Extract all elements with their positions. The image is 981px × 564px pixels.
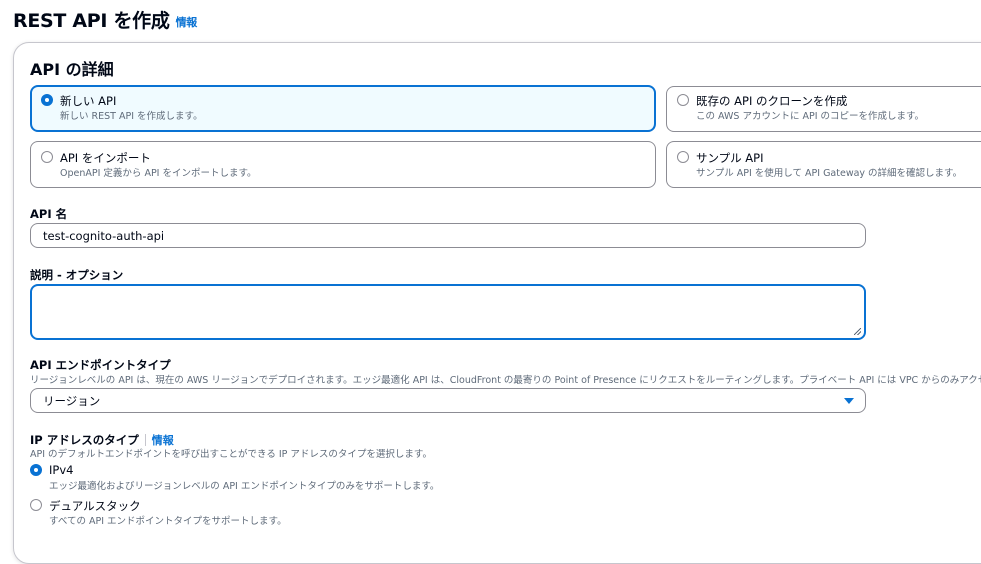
api-name-input[interactable]: test-cognito-auth-api <box>30 223 866 248</box>
endpoint-type-value: リージョン <box>43 393 101 408</box>
radio-new-api[interactable] <box>41 94 53 106</box>
label-divider <box>144 434 146 446</box>
ipv4-desc: エッジ最適化およびリージョンレベルの API エンドポイントタイプのみをサポート… <box>49 481 440 492</box>
radio-dualstack[interactable] <box>30 499 42 511</box>
endpoint-type-select[interactable]: リージョン <box>30 388 866 413</box>
api-details-heading: API の詳細 <box>30 60 114 79</box>
radio-ipv4[interactable] <box>30 464 42 476</box>
endpoint-type-label: API エンドポイントタイプ <box>30 358 171 372</box>
page-info-link[interactable]: 情報 <box>176 16 198 29</box>
caret-down-icon <box>844 398 854 404</box>
page-title: REST API を作成 情報 <box>13 6 197 33</box>
tile-new-api-desc: 新しい REST API を作成します。 <box>60 111 203 122</box>
ipv4-label: IPv4 <box>49 463 74 477</box>
endpoint-type-desc: リージョンレベルの API は、現在の AWS リージョンでデプロイされます。エ… <box>30 375 981 386</box>
tile-sample-api-label: サンプル API <box>696 151 764 165</box>
tile-import-api-label: API をインポート <box>60 151 151 165</box>
tile-sample-api-desc: サンプル API を使用して API Gateway の詳細を確認します。 <box>696 168 963 179</box>
tile-new-api-label: 新しい API <box>60 94 117 108</box>
resize-handle-icon[interactable] <box>854 328 861 335</box>
api-name-value: test-cognito-auth-api <box>43 228 165 243</box>
dualstack-desc: すべての API エンドポイントタイプをサポートします。 <box>49 516 287 527</box>
tile-clone-api-label: 既存の API のクローンを作成 <box>696 94 848 108</box>
radio-clone-api[interactable] <box>677 94 689 106</box>
tile-clone-api-desc: この AWS アカウントに API のコピーを作成します。 <box>696 111 925 122</box>
tile-import-api-desc: OpenAPI 定義から API をインポートします。 <box>60 168 257 179</box>
radio-sample-api[interactable] <box>677 151 689 163</box>
description-textarea[interactable] <box>30 284 866 340</box>
description-label: 説明 - オプション <box>30 268 124 282</box>
dualstack-label: デュアルスタック <box>49 499 141 513</box>
page-title-text: REST API を作成 <box>13 10 170 32</box>
radio-import-api[interactable] <box>41 151 53 163</box>
ip-type-desc: API のデフォルトエンドポイントを呼び出すことができる IP アドレスのタイプ… <box>30 449 432 460</box>
ip-type-label: IP アドレスのタイプ <box>30 433 139 447</box>
api-name-label: API 名 <box>30 207 68 221</box>
